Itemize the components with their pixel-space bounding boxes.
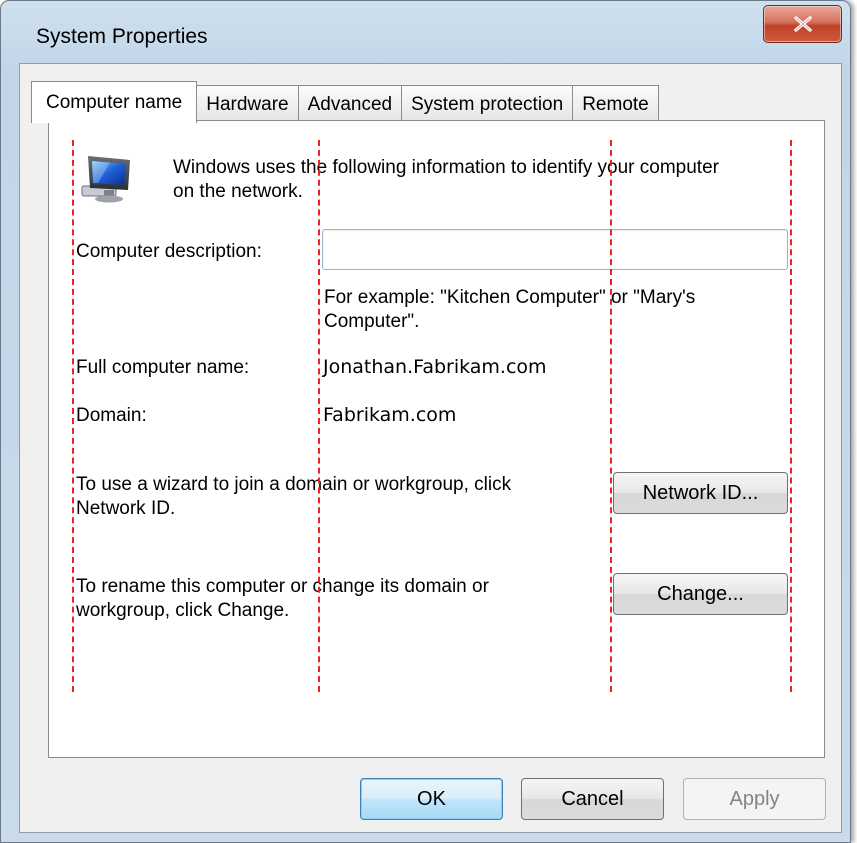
change-text-line-1: To rename this computer or change its do… <box>76 576 489 597</box>
ok-button[interactable]: OK <box>360 778 503 820</box>
change-button[interactable]: Change... <box>613 573 788 615</box>
tab-strip: Computer name Hardware Advanced System p… <box>31 81 659 123</box>
computer-name-panel <box>48 120 825 758</box>
close-icon <box>793 16 812 32</box>
tab-computer-name[interactable]: Computer name <box>31 81 198 123</box>
tab-remote[interactable]: Remote <box>572 85 659 123</box>
title-bar[interactable]: System Properties <box>1 1 850 63</box>
tab-advanced[interactable]: Advanced <box>297 85 403 123</box>
description-example-text: For example: "Kitchen Computer" or "Mary… <box>324 286 695 334</box>
close-button[interactable] <box>763 5 842 43</box>
description-example-line-1: For example: "Kitchen Computer" or "Mary… <box>324 287 696 308</box>
intro-text-line-2: on the network. <box>173 181 303 202</box>
change-text: To rename this computer or change its do… <box>76 575 489 623</box>
network-id-text-line-1: To use a wizard to join a domain or work… <box>76 474 512 495</box>
intro-text: Windows uses the following information t… <box>173 156 719 204</box>
apply-button[interactable]: Apply <box>683 778 826 820</box>
cancel-button[interactable]: Cancel <box>521 778 664 820</box>
window-title: System Properties <box>36 25 208 48</box>
domain-value: Fabrikam.com <box>323 404 457 426</box>
alignment-guide-1 <box>72 140 74 692</box>
domain-label: Domain: <box>76 405 147 426</box>
computer-description-input[interactable] <box>322 229 788 270</box>
alignment-guide-3 <box>610 140 612 692</box>
intro-text-line-1: Windows uses the following information t… <box>173 157 719 178</box>
network-id-text: To use a wizard to join a domain or work… <box>76 473 511 521</box>
network-id-text-line-2: Network ID. <box>76 498 176 519</box>
computer-network-icon <box>81 156 130 203</box>
alignment-guide-4 <box>790 140 792 692</box>
tab-hardware[interactable]: Hardware <box>196 85 299 123</box>
change-text-line-2: workgroup, click Change. <box>76 600 290 621</box>
full-computer-name-value: Jonathan.Fabrikam.com <box>323 356 547 378</box>
description-example-line-2: Computer". <box>324 311 420 332</box>
alignment-guide-2 <box>318 140 320 692</box>
network-id-button[interactable]: Network ID... <box>613 472 788 514</box>
computer-description-label: Computer description: <box>76 241 262 262</box>
tab-system-protection[interactable]: System protection <box>401 85 574 123</box>
full-computer-name-label: Full computer name: <box>76 357 250 378</box>
